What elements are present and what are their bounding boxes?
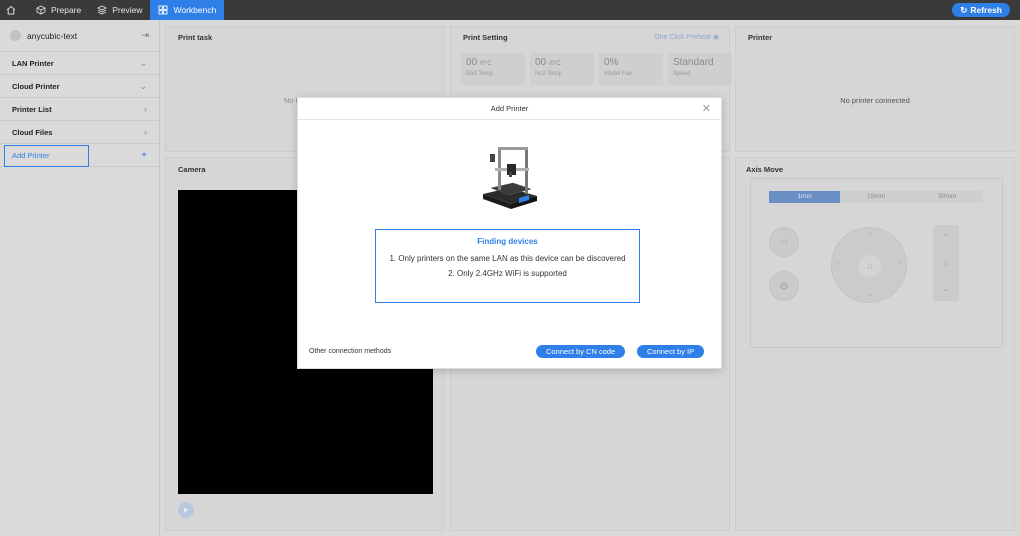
3d-printer-image (483, 147, 537, 209)
tab-workbench[interactable]: Workbench (150, 0, 225, 20)
close-icon[interactable]: ✕ (702, 102, 711, 115)
tab-workbench-label: Workbench (173, 5, 217, 15)
tab-preview-label: Preview (112, 5, 143, 15)
finding-devices-title: Finding devices (477, 237, 538, 246)
layers-icon (97, 5, 108, 15)
tab-prepare[interactable]: Prepare (28, 0, 89, 20)
refresh-label: Refresh (970, 5, 1002, 15)
cube-icon (36, 5, 46, 15)
connect-by-cn-code-button[interactable]: Connect by CN code (536, 345, 626, 358)
tab-prepare-label: Prepare (51, 5, 82, 15)
finding-note-2: 2. Only 2.4GHz WiFi is supported (448, 269, 567, 278)
dialog-header: Add Printer ✕ (298, 98, 721, 120)
tab-preview[interactable]: Preview (89, 0, 150, 20)
grid-icon (159, 5, 168, 15)
home-icon[interactable] (0, 0, 22, 20)
finding-devices-box: Finding devices 1. Only printers on the … (375, 229, 640, 303)
connect-by-ip-button[interactable]: Connect by IP (637, 345, 705, 358)
top-bar: Prepare Preview Workbench ↻ Refresh (0, 0, 1020, 20)
dialog-title: Add Printer (490, 104, 529, 113)
refresh-icon: ↻ (960, 4, 968, 15)
other-connection-methods-link[interactable]: Other connection methods (309, 348, 391, 355)
finding-note-1: 1. Only printers on the same LAN as this… (389, 254, 626, 263)
refresh-button[interactable]: ↻ Refresh (952, 3, 1010, 17)
add-printer-dialog: Add Printer ✕ Finding devices 1. Only pr… (297, 97, 722, 369)
